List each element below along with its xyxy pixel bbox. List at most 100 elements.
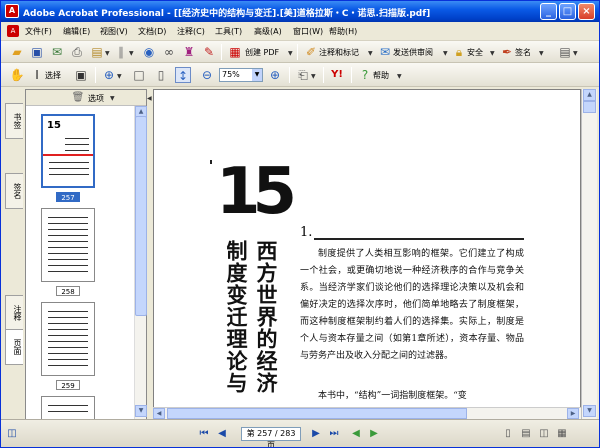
help-dropdown-icon[interactable]: ▼: [397, 73, 402, 80]
last-page-icon[interactable]: ⏭: [327, 427, 341, 441]
ebook-icon[interactable]: ♜: [181, 44, 197, 60]
tab-pages[interactable]: 页面: [5, 329, 23, 365]
menu-window[interactable]: 窗口(W): [293, 26, 323, 37]
zoom-select[interactable]: 75% ▼: [219, 68, 263, 82]
menu-view[interactable]: 视图(V): [100, 26, 128, 37]
next-page-icon[interactable]: ▶: [309, 427, 323, 441]
help-icon[interactable]: ?: [357, 67, 373, 83]
comment-markup-button[interactable]: 注释和标记: [319, 47, 359, 58]
security-lock-icon[interactable]: 🔒︎: [451, 44, 467, 60]
fit-page-icon[interactable]: ▯: [153, 67, 169, 83]
comment-dropdown-icon[interactable]: ▼: [368, 50, 373, 57]
fit-width-icon[interactable]: ↕: [175, 67, 191, 83]
email-icon[interactable]: ✉: [49, 44, 65, 60]
comment-markup-icon[interactable]: ✐: [303, 44, 319, 60]
send-review-dropdown-icon[interactable]: ▼: [443, 50, 448, 57]
zoom-dropdown-icon[interactable]: ▼: [252, 69, 262, 81]
close-button[interactable]: ×: [578, 3, 595, 20]
page-number-box[interactable]: 第 257 / 283 页: [241, 427, 301, 447]
single-page-layout-icon[interactable]: ▯: [501, 427, 515, 441]
facing-layout-icon[interactable]: ◫: [537, 427, 551, 441]
menu-comments[interactable]: 注释(C): [177, 26, 205, 37]
thumbnail-page-258[interactable]: [41, 208, 95, 282]
doc-menu-icon[interactable]: A: [7, 25, 19, 37]
hscroll-thumb[interactable]: [167, 408, 467, 419]
thumbnail-page-next[interactable]: [41, 396, 95, 419]
print-icon[interactable]: ⎙: [69, 44, 85, 60]
menu-advanced[interactable]: 高级(A): [254, 26, 282, 37]
continuous-layout-icon[interactable]: ▤: [519, 427, 533, 441]
help-button[interactable]: 帮助: [373, 70, 389, 81]
collapse-panel-icon[interactable]: ◀: [147, 95, 152, 102]
maximize-button[interactable]: □: [559, 3, 576, 20]
previous-page-icon[interactable]: ◀: [215, 427, 229, 441]
thumbnail-scrollbar[interactable]: ▲ ▼: [134, 106, 147, 419]
save-icon[interactable]: ▣: [29, 44, 45, 60]
scroll-down-icon[interactable]: ▼: [135, 405, 147, 417]
read-aloud-icon[interactable]: ✎: [201, 44, 217, 60]
search-icon[interactable]: ◉: [141, 44, 157, 60]
zoom-tool-dropdown-icon[interactable]: ▼: [117, 73, 122, 80]
sign-dropdown-icon[interactable]: ▼: [539, 50, 544, 57]
first-page-icon[interactable]: ⏮: [197, 427, 211, 441]
document-scrollbar[interactable]: ▲ ▼: [581, 89, 597, 419]
scroll-right-icon[interactable]: ▶: [567, 408, 579, 419]
delete-trash-icon[interactable]: 🗑︎: [70, 90, 86, 106]
scroll-left-icon[interactable]: ◀: [153, 408, 165, 419]
menu-edit[interactable]: 编辑(E): [63, 26, 90, 37]
organizer-dropdown-icon[interactable]: ▼: [105, 50, 110, 57]
send-review-button[interactable]: 发送供审阅: [393, 47, 433, 58]
previous-view-icon[interactable]: ◀: [349, 427, 363, 441]
forms-icon[interactable]: ▤: [557, 44, 573, 60]
attach-dropdown-icon[interactable]: ▼: [129, 50, 134, 57]
thumbnail-list[interactable]: 15 257 258 259: [26, 106, 134, 419]
actual-size-icon[interactable]: □: [131, 67, 147, 83]
doc-scroll-up-icon[interactable]: ▲: [583, 89, 596, 101]
create-pdf-icon[interactable]: ▦: [227, 44, 243, 60]
tab-comments[interactable]: 注释: [5, 295, 23, 331]
organizer-icon[interactable]: ▤: [89, 44, 105, 60]
rotate-dropdown-icon[interactable]: ▼: [311, 73, 316, 80]
document-page-view[interactable]: 15 西方世界的经济 制度变迁理论与 1. 制度提供了人类相互影响的框架。它们建…: [153, 89, 581, 419]
panel-options-button[interactable]: 选项: [88, 93, 104, 104]
sign-button[interactable]: 签名: [515, 47, 531, 58]
sign-pen-icon[interactable]: ✒: [499, 44, 515, 60]
yahoo-search-icon[interactable]: Y!: [329, 67, 345, 83]
forms-dropdown-icon[interactable]: ▼: [573, 50, 578, 57]
menu-document[interactable]: 文档(D): [138, 26, 166, 37]
minimize-button[interactable]: _: [540, 3, 557, 20]
zoom-out-icon[interactable]: ⊖: [199, 67, 215, 83]
rotate-view-icon[interactable]: ⎗: [295, 67, 311, 83]
horizontal-scrollbar[interactable]: ◀ ▶: [153, 407, 581, 419]
send-review-icon[interactable]: ✉: [377, 44, 393, 60]
select-cursor-icon[interactable]: I: [29, 67, 45, 83]
doc-scroll-thumb[interactable]: [583, 101, 596, 113]
snapshot-camera-icon[interactable]: ▣: [73, 67, 89, 83]
menu-tools[interactable]: 工具(T): [215, 26, 242, 37]
doc-scroll-down-icon[interactable]: ▼: [583, 405, 596, 417]
hand-tool-icon[interactable]: ✋: [9, 67, 25, 83]
panel-options-dropdown-icon[interactable]: ▼: [110, 95, 115, 102]
select-tool-button[interactable]: 选择: [45, 70, 61, 81]
tab-signatures[interactable]: 签名: [5, 173, 23, 209]
scroll-thumb[interactable]: [135, 116, 147, 316]
attach-icon[interactable]: ∥: [113, 44, 129, 60]
find-binoculars-icon[interactable]: ∞: [161, 44, 177, 60]
title-bar[interactable]: A Adobe Acrobat Professional - [[经济史中的结构…: [1, 1, 599, 22]
create-pdf-button[interactable]: 创建 PDF: [245, 47, 279, 58]
security-button[interactable]: 安全: [467, 47, 483, 58]
thumbnail-label-258[interactable]: 258: [56, 286, 80, 296]
thumbnail-label-257[interactable]: 257: [56, 192, 80, 202]
continuous-facing-layout-icon[interactable]: ▦: [555, 427, 569, 441]
security-dropdown-icon[interactable]: ▼: [490, 50, 495, 57]
tab-bookmarks[interactable]: 书签: [5, 103, 23, 139]
zoom-in-icon[interactable]: ⊕: [267, 67, 283, 83]
thumbnail-page-257[interactable]: 15: [41, 114, 95, 188]
thumbnail-page-259[interactable]: [41, 302, 95, 376]
open-folder-icon[interactable]: ▰: [9, 44, 25, 60]
menu-file[interactable]: 文件(F): [25, 26, 52, 37]
create-pdf-dropdown-icon[interactable]: ▼: [288, 50, 293, 57]
next-view-icon[interactable]: ▶: [367, 427, 381, 441]
thumbnail-label-259[interactable]: 259: [56, 380, 80, 390]
zoom-in-magnifier-icon[interactable]: ⊕: [101, 67, 117, 83]
